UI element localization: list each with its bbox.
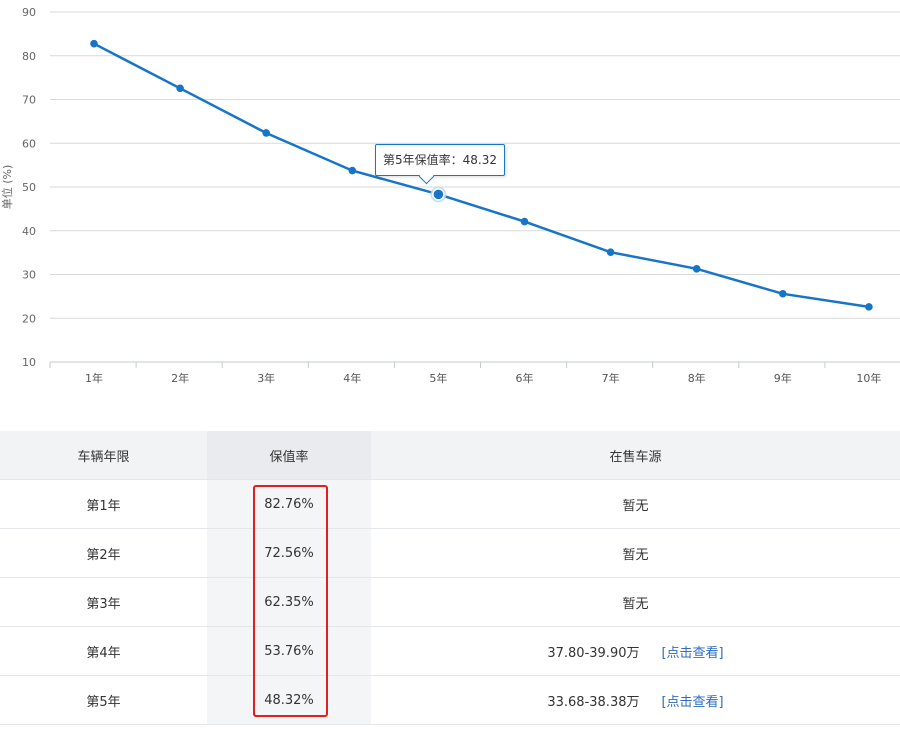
y-tick-label: 40 <box>22 225 36 238</box>
y-axis-ticks: 10 20 30 40 50 60 70 80 90 <box>22 6 36 369</box>
chart-tooltip: 第5年保值率：48.32 <box>375 144 505 185</box>
price-range: 33.68-38.38万 <box>547 694 640 710</box>
y-tick-label: 70 <box>22 94 36 107</box>
table-row: 第5年 48.32% 33.68-38.38万 [点击查看] <box>0 675 900 725</box>
header-vehicle-age: 车辆年限 <box>0 431 207 480</box>
cell-retention-rate: 48.32% <box>207 675 371 725</box>
data-point-highlighted <box>432 188 445 201</box>
cell-retention-rate: 53.76% <box>207 626 371 676</box>
x-tick-label: 3年 <box>257 371 275 385</box>
table-row: 第4年 53.76% 37.80-39.90万 [点击查看] <box>0 626 900 676</box>
table-row: 第1年 82.76% 暂无 <box>0 479 900 529</box>
table-row: 第2年 72.56% 暂无 <box>0 528 900 578</box>
residual-value-table: 车辆年限 保值率 在售车源 第1年 82.76% 暂无 第2年 72.56% 暂无 第3年 6… <box>0 431 900 725</box>
tooltip-value: 48.32 <box>462 153 497 167</box>
cell-listings: 暂无 <box>371 577 900 627</box>
header-retention-rate: 保值率 <box>207 431 371 480</box>
data-point <box>348 166 357 175</box>
x-axis <box>49 361 900 368</box>
x-tick-label: 7年 <box>602 371 620 385</box>
cell-listings: 暂无 <box>371 528 900 578</box>
no-listings-text: 暂无 <box>622 498 649 514</box>
price-range: 37.80-39.90万 <box>547 645 640 661</box>
tooltip-label: 第5年保值率： <box>383 153 463 167</box>
y-tick-label: 20 <box>22 312 36 325</box>
x-tick-label: 5年 <box>429 371 447 385</box>
x-tick-label: 4年 <box>343 371 361 385</box>
view-listings-link[interactable]: [点击查看] <box>661 646 723 661</box>
data-point <box>90 39 98 48</box>
header-listings: 在售车源 <box>371 431 900 480</box>
cell-listings: 暂无 <box>371 479 900 529</box>
cell-vehicle-age: 第1年 <box>0 479 207 529</box>
x-tick-label: 9年 <box>774 371 792 385</box>
listing-info: 33.68-38.38万 [点击查看] <box>547 691 723 710</box>
view-listings-link[interactable]: [点击查看] <box>661 695 723 710</box>
y-axis-label: 单位 (%) <box>0 165 14 210</box>
data-point <box>692 265 701 273</box>
y-tick-label: 80 <box>22 50 36 63</box>
listing-info: 37.80-39.90万 [点击查看] <box>547 642 723 661</box>
no-listings-text: 暂无 <box>622 547 649 563</box>
data-point <box>520 217 529 226</box>
x-axis-ticks: 1年 2年 3年 4年 5年 6年 7年 8年 9年 10年 <box>85 371 881 385</box>
cell-vehicle-age: 第3年 <box>0 577 207 627</box>
cell-listings: 37.80-39.90万 [点击查看] <box>371 626 900 676</box>
x-tick-label: 1年 <box>85 371 103 385</box>
table-header-row: 车辆年限 保值率 在售车源 <box>0 431 900 480</box>
cell-retention-rate: 62.35% <box>207 577 371 627</box>
x-tick-label: 10年 <box>856 371 881 385</box>
data-point <box>606 248 615 256</box>
cell-listings: 33.68-38.38万 [点击查看] <box>371 675 900 725</box>
no-listings-text: 暂无 <box>622 596 649 612</box>
x-tick-label: 6年 <box>516 371 534 385</box>
data-point <box>779 289 787 298</box>
y-tick-label: 10 <box>22 356 36 369</box>
x-tick-label: 8年 <box>688 371 706 385</box>
cell-retention-rate: 82.76% <box>207 479 371 529</box>
cell-retention-rate: 72.56% <box>207 528 371 578</box>
residual-value-line-chart: 10 20 30 40 50 60 70 80 90 单位 (%) 1年 2年 3年 4年 5年 6年 7年… <box>0 6 900 385</box>
y-tick-label: 30 <box>22 269 36 282</box>
y-tick-label: 50 <box>22 181 36 194</box>
cell-vehicle-age: 第2年 <box>0 528 207 578</box>
data-point <box>865 303 873 311</box>
y-tick-label: 90 <box>22 6 36 19</box>
table-row: 第3年 62.35% 暂无 <box>0 577 900 627</box>
data-point <box>262 129 271 137</box>
x-tick-label: 2年 <box>171 371 189 385</box>
data-point <box>176 84 184 93</box>
cell-vehicle-age: 第4年 <box>0 626 207 676</box>
cell-vehicle-age: 第5年 <box>0 675 207 725</box>
y-tick-label: 60 <box>22 137 36 150</box>
